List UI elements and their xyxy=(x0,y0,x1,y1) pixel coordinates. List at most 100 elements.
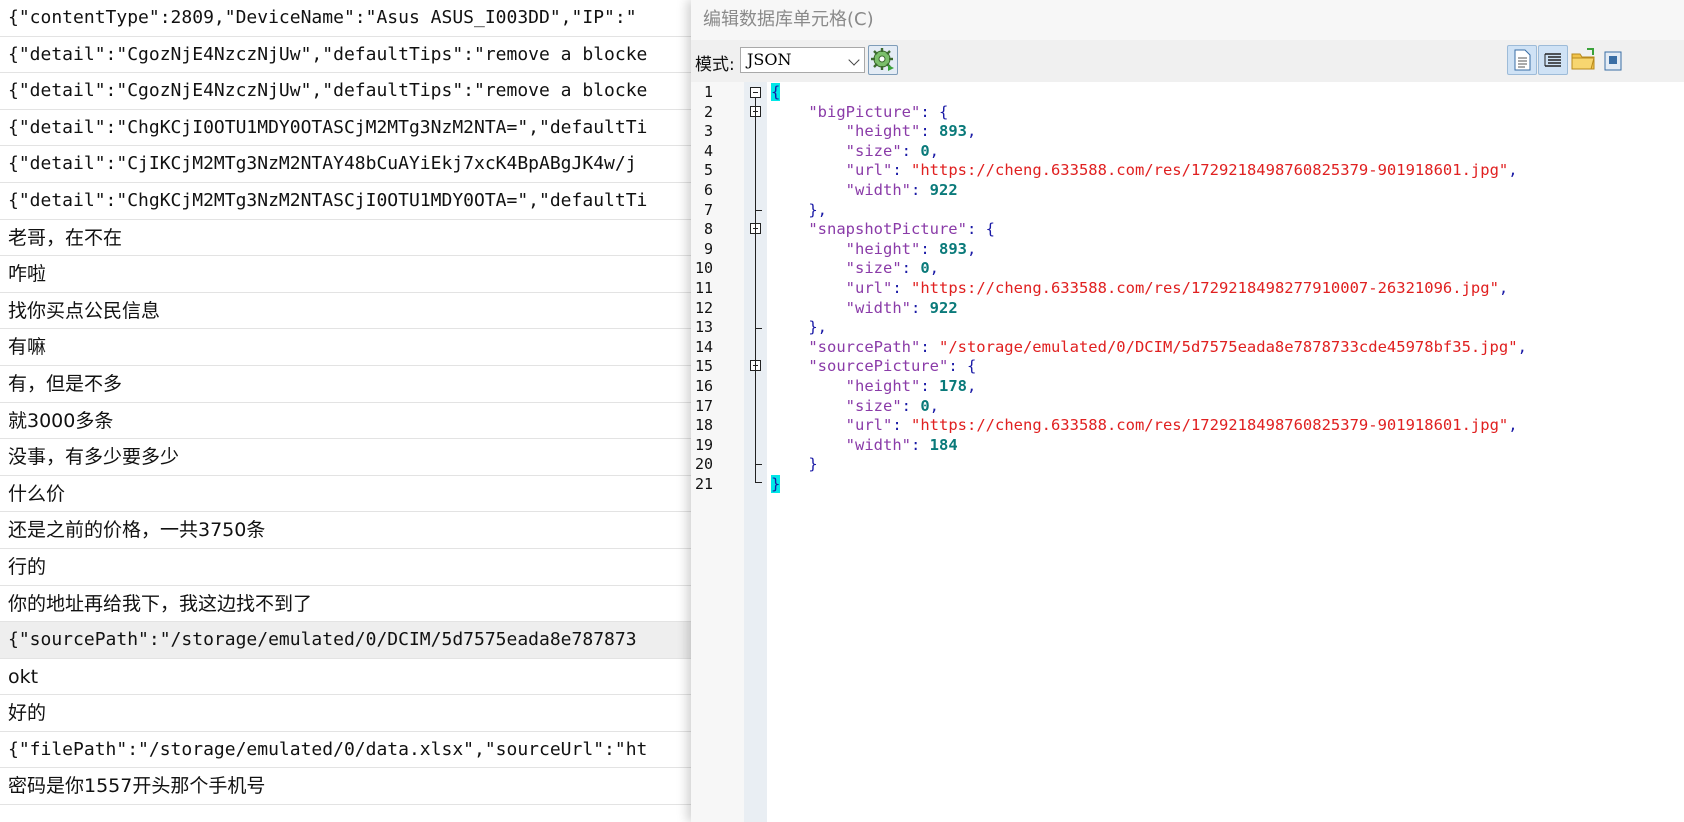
json-string: "https://cheng.633588.com/res/1729218498… xyxy=(911,416,1509,435)
code-line-18: "url": "https://cheng.633588.com/res/172… xyxy=(771,415,1518,436)
json-key: "url" xyxy=(845,279,893,297)
json-punct: , xyxy=(929,396,940,415)
json-number: 922 xyxy=(929,181,958,199)
json-key: "size" xyxy=(845,141,902,160)
code-line-3: "height": 893, xyxy=(771,121,977,142)
cell-row[interactable]: 咋啦 xyxy=(0,256,691,293)
cell-row[interactable]: 没事，有多少要多少 xyxy=(0,439,691,476)
cell-row[interactable]: {"sourcePath":"/storage/emulated/0/DCIM/… xyxy=(0,622,691,659)
code-line-15: "sourcePicture": { xyxy=(771,356,976,377)
code-line-21: } xyxy=(771,474,781,495)
json-punct: : xyxy=(901,259,921,278)
brace-highlight: } xyxy=(771,475,781,493)
json-punct: , xyxy=(929,259,940,278)
json-key: "width" xyxy=(845,435,911,454)
line-number: 16 xyxy=(694,377,713,395)
line-number: 4 xyxy=(703,141,713,160)
json-punct: : xyxy=(920,122,939,141)
json-key: "height" xyxy=(845,377,921,395)
cell-row[interactable]: 好的 xyxy=(0,695,691,732)
export-icon xyxy=(1604,51,1622,71)
cell-row[interactable]: 你的地址再给我下，我这边找不到了 xyxy=(0,586,691,623)
editor-toolbar: 模式: JSON xyxy=(691,40,1684,83)
json-number: 0 xyxy=(920,259,930,278)
json-key: "url" xyxy=(845,416,893,435)
json-punct: , xyxy=(1517,337,1527,356)
cell-row[interactable]: {"detail":"CgozNjE4NzczNjUw","defaultTip… xyxy=(0,37,691,74)
cell-row[interactable]: 行的 xyxy=(0,549,691,586)
json-punct: , xyxy=(929,141,940,160)
json-key: "height" xyxy=(845,239,921,258)
fold-toggle-line-1[interactable] xyxy=(750,87,761,98)
json-number: 0 xyxy=(920,396,930,415)
cell-row[interactable]: {"detail":"CjIKCjM2MTg3NzM2NTAY48bCuAYiE… xyxy=(0,146,691,183)
json-key: "width" xyxy=(845,181,911,199)
cell-row[interactable]: 有嘛 xyxy=(0,329,691,366)
line-number: 7 xyxy=(703,200,713,219)
gear-icon xyxy=(871,48,894,71)
fold-end-tick xyxy=(755,482,762,483)
json-editor[interactable]: 1 2 3 4 5 6 7 8 9 10 11 12 13 14 15 16 17 18 19 20 21 { "big… xyxy=(691,82,1684,822)
json-punct: : { xyxy=(948,357,977,376)
json-punct: : { xyxy=(920,102,949,121)
code-line-13: }, xyxy=(771,317,827,338)
brace-highlight: { xyxy=(771,83,781,101)
json-punct: : { xyxy=(966,220,995,239)
cell-row[interactable]: okt xyxy=(0,659,691,696)
cell-row[interactable]: 还是之前的价格，一共3750条 xyxy=(0,512,691,549)
code-line-19: "width": 184 xyxy=(771,435,958,456)
json-punct: , xyxy=(966,377,977,395)
export-button[interactable] xyxy=(1601,45,1631,75)
line-number: 15 xyxy=(694,357,713,376)
app-window: {"contentType":2809,"DeviceName":"Asus A… xyxy=(0,0,1684,822)
code-line-11: "url": "https://cheng.633588.com/res/172… xyxy=(771,278,1509,299)
json-number: 0 xyxy=(920,141,930,160)
cell-row[interactable]: {"contentType":2809,"DeviceName":"Asus A… xyxy=(0,0,691,37)
code-line-2: "bigPicture": { xyxy=(771,102,948,123)
cell-row[interactable]: {"detail":"ChgKCjI0OTU1MDY0OTASCjM2MTg3N… xyxy=(0,110,691,147)
code-line-7: }, xyxy=(771,200,827,221)
cell-row[interactable]: {"detail":"ChgKCjM2MTg3NzM2NTASCjI0OTU1M… xyxy=(0,183,691,220)
line-number: 18 xyxy=(694,416,713,435)
format-button[interactable] xyxy=(1538,45,1568,75)
chevron-down-icon xyxy=(848,54,860,66)
json-punct: : xyxy=(920,337,939,356)
cell-row[interactable]: 有，但是不多 xyxy=(0,366,691,403)
cell-row[interactable]: 密码是你1557开头那个手机号 xyxy=(0,768,691,806)
cell-row[interactable]: 老哥，在不在 xyxy=(0,220,691,257)
mode-select[interactable]: JSON xyxy=(740,47,865,73)
json-key: "height" xyxy=(845,122,921,141)
mode-value: JSON xyxy=(747,50,792,69)
cell-row[interactable]: {"detail":"CgozNjE4NzczNjUw","defaultTip… xyxy=(0,73,691,110)
cell-row[interactable]: {"filePath":"/storage/emulated/0/data.xl… xyxy=(0,732,691,769)
json-key: "snapshotPicture" xyxy=(808,220,967,239)
document-icon xyxy=(1514,49,1531,71)
json-punct: : xyxy=(901,141,921,160)
json-punct: : xyxy=(892,161,911,180)
text-mode-button[interactable] xyxy=(1507,45,1537,75)
cell-row[interactable]: 什么价 xyxy=(0,476,691,513)
json-key: "sourcePath" xyxy=(808,337,921,356)
cell-row[interactable]: 就3000多条 xyxy=(0,403,691,440)
line-number: 13 xyxy=(694,318,713,337)
code-line-12: "width": 922 xyxy=(771,298,958,319)
json-key: "sourcePicture" xyxy=(808,357,949,376)
import-button[interactable] xyxy=(1569,45,1599,75)
line-number: 11 xyxy=(694,279,713,297)
mode-label: 模式: xyxy=(695,55,735,75)
json-punct: : xyxy=(910,435,930,454)
json-key: "url" xyxy=(845,161,893,180)
json-punct: : xyxy=(910,298,930,317)
json-punct: , xyxy=(966,122,977,141)
json-punct: : xyxy=(901,396,921,415)
fold-guide-root xyxy=(755,98,756,482)
json-punct: : xyxy=(892,416,911,435)
line-number: 12 xyxy=(694,298,713,317)
code-line-16: "height": 178, xyxy=(771,376,977,397)
code-line-9: "height": 893, xyxy=(771,239,977,260)
code-line-20: } xyxy=(771,454,817,475)
settings-button[interactable] xyxy=(868,45,898,75)
json-punct: : xyxy=(920,377,939,395)
cell-list[interactable]: {"contentType":2809,"DeviceName":"Asus A… xyxy=(0,0,692,822)
cell-row[interactable]: 找你买点公民信息 xyxy=(0,293,691,330)
